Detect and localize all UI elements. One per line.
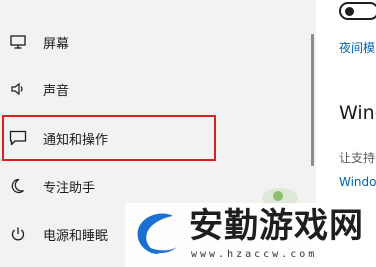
sidebar-item-label: 电源和睡眠 [43,228,109,244]
speaker-icon [9,80,27,98]
night-light-settings-link[interactable]: 夜间模 [339,39,375,56]
highlight-annotation [2,115,216,161]
windows-link[interactable]: Windo [339,175,376,189]
moon-icon [9,177,27,195]
sidebar-item-display[interactable]: 屏幕 [0,20,300,64]
section-heading: Wind [339,102,376,124]
sidebar-item-focus-assist[interactable]: 专注助手 [0,164,300,208]
watermark-title: 安勤游戏网 [189,206,364,246]
sidebar-item-label: 专注助手 [43,180,96,196]
site-logo-icon [137,213,177,255]
site-watermark: 安勤游戏网 www.hzaccw.com [125,203,376,267]
watermark-url: www.hzaccw.com [191,249,318,260]
night-light-toggle[interactable] [339,2,376,20]
toggle-knob [345,7,354,16]
monitor-icon [9,33,27,51]
sidebar-item-label: 屏幕 [43,36,70,52]
sidebar-item-label: 声音 [43,83,70,99]
sidebar-item-sound[interactable]: 声音 [0,67,300,111]
power-icon [9,225,27,243]
support-text: 让支持 [339,151,376,165]
sidebar-scrollbar[interactable] [311,34,314,166]
